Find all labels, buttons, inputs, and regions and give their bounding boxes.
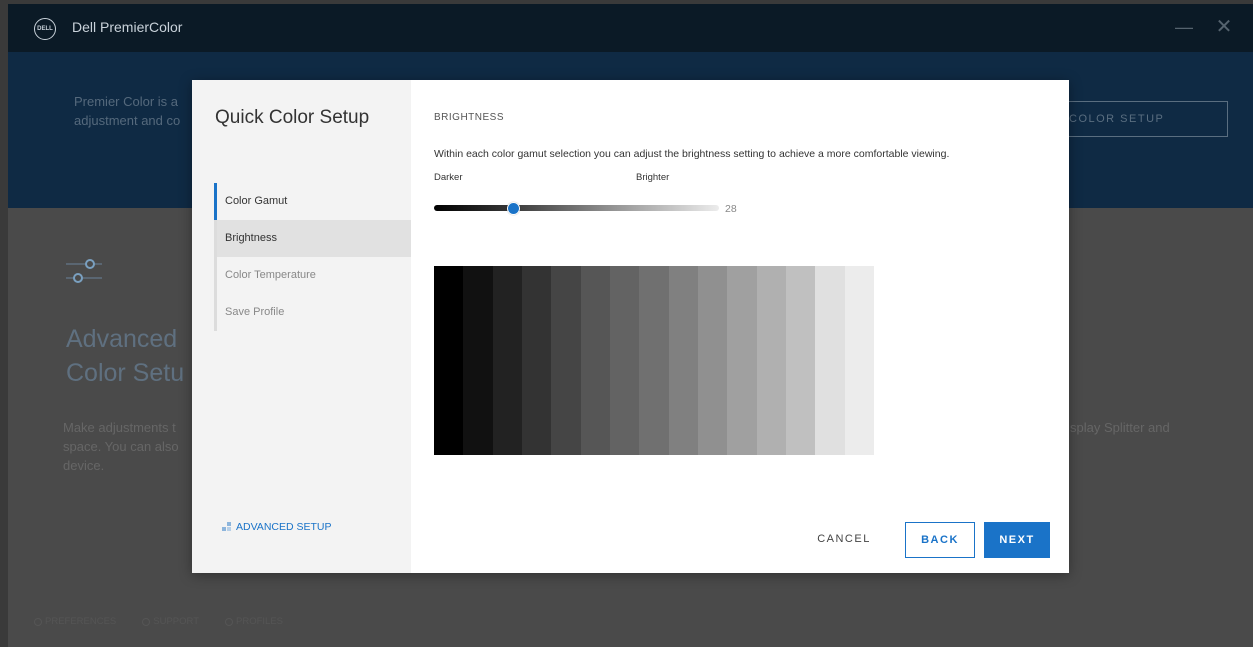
grayscale-bar [697,266,728,455]
step-color-temperature[interactable]: Color Temperature [217,257,411,294]
preferences-label: PREFERENCES [45,616,117,627]
advanced-setup-icon [222,521,233,533]
darker-label: Darker [434,172,463,183]
section-label: BRIGHTNESS [434,112,505,123]
grayscale-bar [521,266,552,455]
grayscale-bar [844,266,874,455]
desc-line-1: Make adjustments t [63,420,176,435]
support-link[interactable]: SUPPORT [142,616,199,627]
sliders-icon [66,259,102,283]
next-button[interactable]: NEXT [984,522,1050,558]
step-list: Color Gamut Brightness Color Temperature… [214,183,411,331]
support-icon [142,617,151,626]
step-brightness[interactable]: Brightness [217,220,411,257]
title-bar: DELL Dell PremierColor — ✕ [8,4,1253,52]
profiles-label: PROFILES [236,616,284,627]
step-save-profile[interactable]: Save Profile [217,294,411,331]
grayscale-bar [815,266,845,455]
grayscale-bar [727,266,757,455]
brightness-value: 28 [725,203,737,215]
grayscale-bar [785,266,816,455]
advanced-setup-label: ADVANCED SETUP [236,521,332,533]
desc-line-2: space. You can also [63,439,179,454]
cancel-button[interactable]: CANCEL [809,522,879,558]
profiles-icon [225,617,234,626]
grayscale-bar [609,266,640,455]
grayscale-bar [580,266,610,455]
hero-line-2: adjustment and co [74,113,181,128]
hero-line-1: Premier Color is a [74,94,179,109]
desc-line-3: device. [63,458,105,473]
back-button[interactable]: BACK [905,522,975,558]
grayscale-bar [463,266,493,455]
heading-line-1: Advanced [66,325,178,353]
advanced-color-setup-heading: Advanced Color Setu [66,322,196,390]
brightness-slider-track[interactable] [434,205,719,211]
support-label: SUPPORT [153,616,200,627]
advanced-description: Make adjustments t space. You can also d… [63,418,193,475]
gear-icon [34,617,42,626]
grayscale-bar [756,266,786,455]
heading-line-2: Color Setu [66,359,185,387]
dialog-sidebar: Quick Color Setup Color Gamut Brightness… [192,80,411,573]
grayscale-bar [434,266,464,455]
minimize-icon[interactable]: — [1173,16,1195,38]
hero-text: Premier Color is a adjustment and co [74,92,204,130]
advanced-setup-link[interactable]: ADVANCED SETUP [222,521,332,533]
grayscale-bar [639,266,669,455]
grayscale-bar [668,266,698,455]
bottom-links: PREFERENCES SUPPORT PROFILES [34,616,283,627]
advanced-description-right: splay Splitter and [1070,420,1170,435]
app-title: Dell PremierColor [72,19,183,35]
brighter-label: Brighter [636,172,670,183]
profiles-link[interactable]: PROFILES [225,616,283,627]
grayscale-ramp [434,266,874,455]
quick-color-setup-dialog: Quick Color Setup Color Gamut Brightness… [192,80,1069,573]
close-icon[interactable]: ✕ [1213,16,1235,38]
step-color-gamut[interactable]: Color Gamut [214,183,411,220]
dialog-title: Quick Color Setup [215,107,370,128]
brightness-slider-thumb[interactable] [507,202,521,215]
preferences-link[interactable]: PREFERENCES [34,616,116,627]
section-description: Within each color gamut selection you ca… [434,148,950,160]
grayscale-bar [551,266,581,455]
grayscale-bar [492,266,522,455]
color-setup-button[interactable]: COLOR SETUP [1058,101,1228,137]
dialog-content: BRIGHTNESS Within each color gamut selec… [411,80,1069,573]
dell-logo-icon: DELL [34,18,56,40]
